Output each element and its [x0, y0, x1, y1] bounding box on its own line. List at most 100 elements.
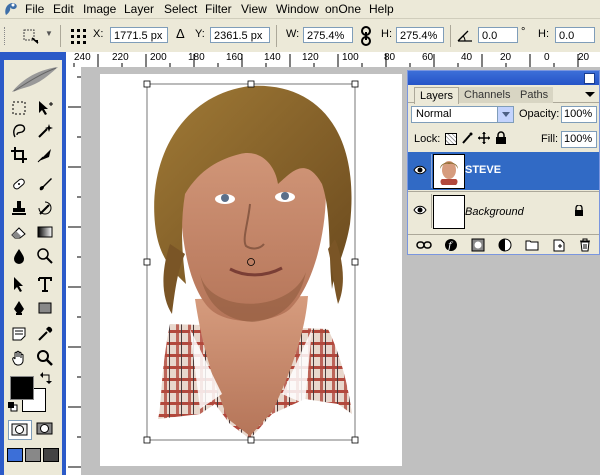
brush-tool-icon[interactable] [34, 174, 56, 194]
type-tool-icon[interactable] [34, 274, 56, 294]
opacity-field[interactable]: 100% [561, 106, 597, 123]
document-canvas[interactable] [100, 74, 402, 466]
trash-icon[interactable] [579, 238, 591, 252]
tab-channels[interactable]: Channels [459, 87, 516, 103]
layer-row-background[interactable]: Background [408, 191, 599, 230]
ruler-number: 240 [74, 52, 91, 63]
divider [276, 25, 277, 47]
default-colors-icon[interactable] [8, 402, 18, 412]
slice-tool-icon[interactable] [34, 145, 56, 165]
divider [431, 194, 432, 228]
link-aspect-icon[interactable] [360, 26, 372, 46]
fill-field[interactable]: 100% [561, 131, 597, 148]
menu-view[interactable]: View [241, 2, 267, 16]
magic-wand-icon[interactable] [34, 121, 56, 141]
clone-stamp-icon[interactable] [8, 198, 30, 218]
layer-thumbnail [433, 195, 465, 229]
x-position-field[interactable]: 1771.5 px [110, 27, 168, 43]
standard-mode-button[interactable] [8, 420, 32, 440]
menu-file[interactable]: File [25, 2, 44, 16]
height-scale-field[interactable]: 275.4% [396, 27, 444, 43]
panel-menu-icon[interactable] [583, 89, 597, 101]
new-group-icon[interactable] [525, 239, 539, 251]
zoom-tool-icon[interactable] [34, 348, 56, 368]
w-label: W: [286, 28, 300, 40]
full-screen-menu-mode-icon[interactable] [25, 448, 41, 462]
foreground-color-swatch[interactable] [10, 376, 34, 400]
divider [431, 154, 432, 188]
notes-tool-icon[interactable] [8, 324, 30, 344]
menu-onone[interactable]: onOne [325, 2, 361, 16]
layer-mask-icon[interactable] [471, 238, 485, 252]
eye-visibility-icon[interactable] [413, 204, 427, 216]
horizontal-skew-field[interactable]: 0.0 [555, 27, 595, 43]
portrait-photo [143, 80, 359, 444]
shape-tool-icon[interactable] [34, 298, 56, 318]
tab-layers[interactable]: Layers [414, 87, 460, 104]
hand-tool-icon[interactable] [8, 348, 30, 368]
marquee-tool-icon[interactable] [8, 98, 30, 118]
panel-close-icon[interactable] [584, 73, 595, 84]
gradient-tool-icon[interactable] [34, 222, 56, 242]
menu-help[interactable]: Help [369, 2, 394, 16]
eraser-tool-icon[interactable] [8, 222, 30, 242]
menu-filter[interactable]: Filter [205, 2, 232, 16]
lock-all-icon[interactable] [495, 131, 507, 144]
x-label: X: [93, 28, 104, 40]
ruler-number: 20 [500, 52, 512, 63]
lock-transparency-icon[interactable] [445, 133, 457, 145]
y-position-field[interactable]: 2361.5 px [210, 27, 270, 43]
chevron-down-icon[interactable] [497, 107, 513, 122]
reference-point-icon[interactable] [70, 28, 87, 45]
lock-label: Lock: [414, 133, 441, 145]
eye-visibility-icon[interactable] [413, 164, 427, 176]
divider [450, 25, 451, 47]
lasso-tool-icon[interactable] [8, 121, 30, 141]
tab-paths[interactable]: Paths [515, 87, 554, 103]
feather-logo-icon[interactable] [10, 64, 60, 94]
panel-titlebar[interactable] [408, 71, 599, 85]
relative-position-icon[interactable]: Δ [176, 26, 185, 41]
blur-tool-icon[interactable] [8, 246, 30, 266]
healing-brush-icon[interactable] [8, 174, 30, 194]
blend-mode-dropdown[interactable]: Normal [411, 106, 514, 123]
quick-mask-button[interactable] [34, 420, 56, 438]
tool-preset-arrow-icon[interactable]: ▼ [45, 29, 53, 38]
link-layers-icon[interactable] [416, 239, 432, 251]
ruler-number: 40 [461, 52, 473, 63]
toolbox-panel [4, 60, 62, 475]
menu-image[interactable]: Image [83, 2, 116, 16]
layer-style-icon[interactable]: f [444, 238, 458, 252]
ruler-number: 200 [150, 52, 167, 63]
pen-tool-icon[interactable] [8, 298, 30, 318]
menu-edit[interactable]: Edit [53, 2, 74, 16]
ruler-number: 120 [302, 52, 319, 63]
transform-tool-icon[interactable] [20, 27, 42, 45]
move-tool-icon[interactable] [34, 98, 56, 118]
full-screen-mode-icon[interactable] [43, 448, 59, 462]
standard-screen-mode-icon[interactable] [7, 448, 23, 462]
adjustment-layer-icon[interactable] [498, 238, 512, 252]
menu-layer[interactable]: Layer [124, 2, 154, 16]
crop-tool-icon[interactable] [8, 145, 30, 165]
photoshop-logo-icon[interactable] [3, 1, 19, 17]
history-brush-icon[interactable] [34, 198, 56, 218]
eyedropper-tool-icon[interactable] [34, 324, 56, 344]
layer-name[interactable]: Background [465, 206, 524, 218]
path-selection-icon[interactable] [8, 274, 30, 294]
layer-row-steve[interactable]: STEVE [408, 152, 599, 190]
layer-name[interactable]: STEVE [465, 164, 501, 176]
menu-window[interactable]: Window [276, 2, 319, 16]
lock-image-icon[interactable] [461, 132, 473, 144]
rotate-degree-unit: ° [521, 26, 526, 38]
rotate-field[interactable]: 0.0 [478, 27, 518, 43]
options-grip[interactable] [4, 27, 8, 45]
width-scale-field[interactable]: 275.4% [303, 27, 353, 43]
ruler-number: 0 [544, 52, 550, 63]
lock-position-icon[interactable] [478, 132, 490, 144]
dodge-tool-icon[interactable] [34, 246, 56, 266]
menu-select[interactable]: Select [164, 2, 197, 16]
swap-colors-icon[interactable] [40, 372, 52, 384]
ruler-number: 180 [188, 52, 205, 63]
new-layer-icon[interactable] [552, 238, 566, 252]
